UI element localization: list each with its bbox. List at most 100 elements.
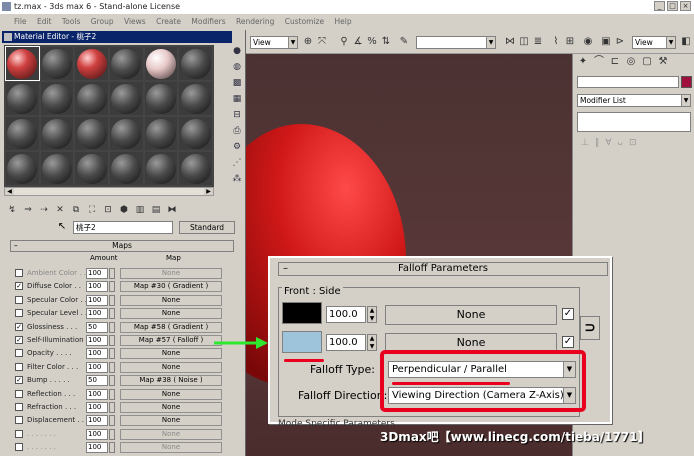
sample-slot[interactable] — [75, 117, 108, 150]
map-enable-checkbox[interactable] — [15, 389, 23, 398]
quick-render-icon[interactable]: ⊳ — [614, 36, 626, 48]
map-slot-button[interactable]: None — [120, 294, 222, 306]
sample-slot[interactable] — [179, 117, 212, 150]
sample-slot[interactable] — [6, 82, 39, 115]
show-map-icon[interactable]: ⬢ — [118, 204, 130, 216]
mode-specific-rollout[interactable]: Mode Specific Parameters — [278, 419, 395, 429]
sample-slot[interactable] — [5, 46, 40, 81]
modify-tab-icon[interactable]: ⌒ — [593, 56, 605, 68]
video-color-check-icon[interactable]: ⊟ — [231, 109, 243, 121]
menu-rendering[interactable]: Rendering — [236, 17, 274, 26]
minimize-button[interactable]: _ — [654, 1, 665, 11]
menu-customize[interactable]: Customize — [285, 17, 324, 26]
map-amount-field[interactable]: 100 — [86, 402, 108, 413]
map-amount-spinner[interactable] — [109, 361, 115, 373]
map-amount-spinner[interactable] — [109, 428, 115, 440]
map-enable-checkbox[interactable]: ✓ — [15, 282, 23, 291]
sample-slot[interactable] — [144, 152, 178, 185]
map-enable-checkbox[interactable] — [15, 349, 23, 358]
sample-slots-scrollbar[interactable]: ◀ ▶ — [4, 187, 214, 196]
map-amount-spinner[interactable] — [109, 268, 115, 279]
map-slot-button[interactable]: None — [120, 415, 222, 427]
map-amount-spinner[interactable] — [109, 442, 115, 454]
mirror-icon[interactable]: ⋈ — [504, 36, 516, 48]
menu-tools[interactable]: Tools — [62, 17, 80, 26]
show-end-result-icon[interactable]: ▥ — [134, 204, 146, 216]
hierarchy-tab-icon[interactable]: ⊏ — [609, 56, 621, 68]
sample-slot[interactable] — [40, 117, 74, 150]
map-amount-spinner[interactable] — [109, 294, 115, 306]
sample-slot[interactable] — [110, 152, 143, 185]
front-amount-field[interactable]: 100.0 — [326, 306, 366, 323]
sample-slot[interactable] — [179, 47, 212, 80]
go-forward-icon[interactable]: ⧓ — [166, 204, 178, 216]
menu-modifiers[interactable]: Modifiers — [191, 17, 225, 26]
map-enable-checkbox[interactable] — [15, 269, 23, 277]
map-enable-checkbox[interactable]: ✓ — [15, 322, 23, 331]
map-slot-button[interactable]: Map #30 ( Gradient ) — [120, 281, 222, 293]
sample-slot[interactable] — [40, 47, 74, 80]
map-slot-button[interactable]: Map #58 ( Gradient ) — [120, 321, 222, 333]
map-amount-field[interactable]: 50 — [86, 321, 108, 333]
schematic-icon[interactable]: ⊞ — [564, 36, 576, 48]
reset-map-icon[interactable]: ✕ — [54, 204, 66, 216]
map-amount-field[interactable]: 100 — [86, 361, 108, 373]
menu-create[interactable]: Create — [156, 17, 181, 26]
spinner-snap-icon[interactable]: ⇅ — [380, 36, 392, 48]
map-enable-checkbox[interactable] — [15, 443, 23, 452]
create-tab-icon[interactable]: ✦ — [577, 56, 589, 68]
sample-slot[interactable] — [75, 152, 108, 185]
scroll-left-icon[interactable]: ◀ — [5, 188, 14, 195]
material-editor-icon[interactable]: ◉ — [582, 36, 594, 48]
map-slot-button[interactable]: None — [120, 308, 222, 320]
render-type-dropdown[interactable]: View ▼ — [632, 36, 676, 49]
put-to-library-icon[interactable]: ⇢ — [38, 204, 50, 216]
material-type-button[interactable]: Standard — [179, 221, 235, 234]
maps-rollout-header[interactable]: – Maps — [10, 240, 234, 252]
map-slot-button[interactable]: None — [120, 388, 222, 400]
unique-icon[interactable]: ∀ — [605, 138, 611, 152]
go-to-parent-icon[interactable]: ▤ — [150, 204, 162, 216]
map-amount-field[interactable]: 100 — [86, 281, 108, 293]
sample-slot[interactable] — [179, 82, 212, 115]
map-amount-spinner[interactable] — [109, 388, 115, 400]
map-enable-checkbox[interactable] — [15, 403, 23, 411]
snap-icon[interactable]: ⚲ — [338, 36, 350, 48]
curve-editor-icon[interactable]: ⌇ — [550, 36, 562, 48]
falloff-rollout-header[interactable]: – Falloff Parameters — [278, 262, 608, 276]
uv-tiling-icon[interactable]: ▦ — [231, 93, 243, 105]
map-amount-spinner[interactable] — [109, 402, 115, 413]
pin-stack-icon[interactable]: ⊥ — [581, 138, 589, 152]
map-enable-checkbox[interactable] — [15, 295, 23, 304]
show-end-icon[interactable]: ‖ — [595, 138, 600, 152]
menu-edit[interactable]: Edit — [37, 17, 52, 26]
sample-slot[interactable] — [144, 82, 178, 115]
named-selection-icon[interactable]: ✎ — [398, 36, 410, 48]
utilities-tab-icon[interactable]: ⚒ — [657, 56, 669, 68]
map-enable-checkbox[interactable]: ✓ — [15, 336, 23, 344]
maximize-button[interactable]: □ — [667, 1, 678, 11]
side-amount-spinner[interactable]: ▲ ▼ — [367, 334, 377, 351]
pivot-icon[interactable]: ⊕ — [302, 36, 314, 48]
side-color-swatch[interactable] — [282, 331, 322, 353]
front-map-checkbox[interactable]: ✓ — [562, 308, 574, 320]
background-icon[interactable]: ▩ — [231, 77, 243, 89]
sample-slot[interactable] — [179, 152, 212, 185]
material-navigator-icon[interactable]: ⁂ — [231, 173, 243, 185]
angle-snap-icon[interactable]: ∡ — [352, 36, 364, 48]
map-amount-field[interactable]: 100 — [86, 415, 108, 427]
render-scene-icon[interactable]: ▣ — [600, 36, 612, 48]
front-color-swatch[interactable] — [282, 302, 322, 324]
menu-file[interactable]: File — [14, 17, 27, 26]
map-slot-button[interactable]: None — [120, 348, 222, 360]
map-slot-button[interactable]: None — [120, 268, 222, 279]
map-slot-button[interactable]: None — [120, 361, 222, 373]
sample-slot[interactable] — [6, 152, 39, 185]
map-enable-checkbox[interactable] — [15, 362, 23, 371]
map-slot-button[interactable]: Map #38 ( Noise ) — [120, 375, 222, 387]
front-map-button[interactable]: None — [385, 305, 557, 325]
menu-group[interactable]: Group — [91, 17, 114, 26]
options-icon[interactable]: ⚙ — [231, 141, 243, 153]
object-name-field[interactable] — [577, 76, 679, 88]
sample-slot[interactable] — [110, 117, 143, 150]
